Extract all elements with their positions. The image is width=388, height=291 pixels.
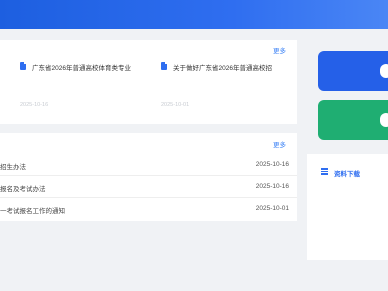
list-more-link[interactable]: 更多 [273,139,286,149]
news-item-title[interactable]: 广东省2026年普通高校体育类专业 [32,62,152,72]
list-item[interactable]: 一考试报名工作的通知 2025-10-01 [0,198,297,220]
document-icon [161,62,167,70]
secondary-action-button[interactable] [318,100,388,140]
notice-list-card: 更多 招生办法 2025-10-16 报名及考试办法 2025-10-16 一考… [0,133,297,221]
circle-icon [380,113,388,127]
news-more-link[interactable]: 更多 [273,45,286,55]
primary-action-button[interactable] [318,51,388,91]
document-icon [20,62,26,70]
list-item-date: 2025-10-16 [255,183,289,190]
list-icon [321,168,328,175]
downloads-title[interactable]: 资料下载 [334,168,360,178]
downloads-card: 资料下载 [307,154,388,260]
list-item[interactable]: 招生办法 2025-10-16 [0,154,297,176]
news-card: 更多 广东省2026年普通高校体育类专业 2025-10-16 关于做好广东省2… [0,40,297,124]
top-banner [0,0,388,29]
news-item-title[interactable]: 关于做好广东省2026年普通高校招 [173,62,293,72]
news-item-date: 2025-10-16 [20,102,49,108]
list-item-title[interactable]: 招生办法 [0,161,26,171]
news-item-date: 2025-10-01 [161,102,190,108]
list-item[interactable]: 报名及考试办法 2025-10-16 [0,176,297,198]
list-item-title[interactable]: 报名及考试办法 [0,183,46,193]
list-item-date: 2025-10-16 [255,161,289,168]
list-item-title[interactable]: 一考试报名工作的通知 [0,205,65,215]
circle-icon [380,64,388,78]
list-item-date: 2025-10-01 [255,205,289,212]
